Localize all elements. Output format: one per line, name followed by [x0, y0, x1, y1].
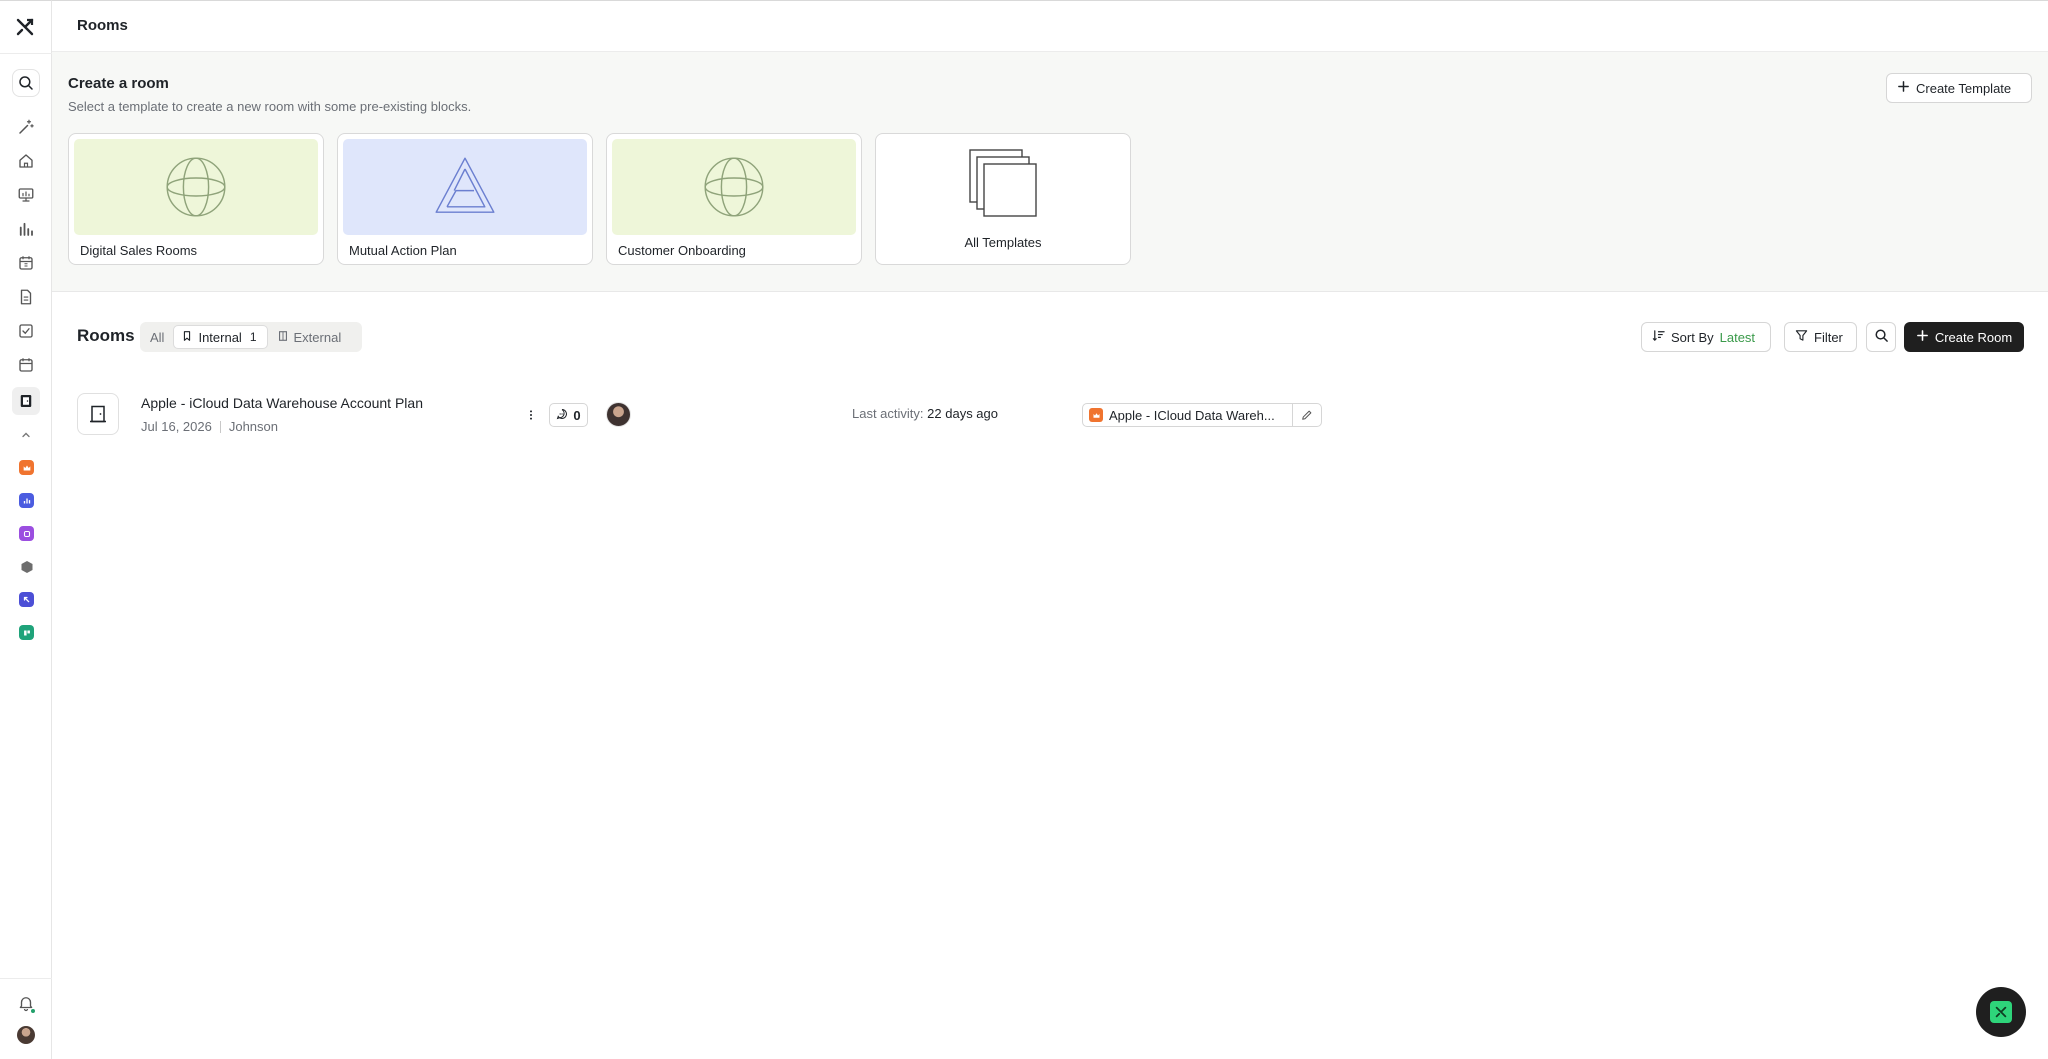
notification-dot [30, 1008, 36, 1014]
plus-icon [1916, 329, 1929, 345]
user-avatar[interactable] [17, 1026, 35, 1044]
app-blue-chart-icon[interactable] [19, 493, 34, 508]
create-room-label: Create Room [1934, 329, 2013, 345]
room-member-avatar[interactable] [606, 402, 631, 427]
page-title: Rooms [77, 17, 128, 34]
template-card-digital-sales-rooms[interactable]: Digital Sales Rooms [68, 133, 324, 265]
filter-button[interactable]: Filter [1784, 322, 1857, 352]
calendar-icon[interactable] [14, 353, 38, 377]
create-template-button[interactable]: Create Template [1886, 73, 2032, 103]
sort-button[interactable]: Sort By Latest [1641, 322, 1771, 352]
account-tag: Apple - ICloud Data Wareh... [1082, 403, 1322, 427]
app-grey-hexagon-icon[interactable] [19, 559, 34, 574]
last-activity-value: 22 days ago [927, 406, 998, 421]
calendar-dollar-icon[interactable] [14, 251, 38, 275]
template-card-mutual-action-plan[interactable]: Mutual Action Plan [337, 133, 593, 265]
room-filter-tabs: All Internal 1 External [140, 322, 362, 352]
presentation-icon[interactable] [14, 183, 38, 207]
impossible-triangle-icon [343, 139, 587, 235]
checkbox-icon[interactable] [14, 319, 38, 343]
tab-all[interactable]: All [143, 325, 171, 349]
room-owner: Johnson [228, 419, 278, 434]
last-activity: Last activity: 22 days ago [852, 406, 998, 421]
app-green-board-icon[interactable] [19, 625, 34, 640]
home-icon[interactable] [14, 149, 38, 173]
template-label: Digital Sales Rooms [80, 243, 198, 258]
rooms-section-title: Rooms [77, 326, 135, 345]
app-logo-icon[interactable] [13, 15, 37, 39]
template-label: Customer Onboarding [618, 243, 746, 258]
tab-internal[interactable]: Internal 1 [173, 325, 268, 349]
magic-wand-icon[interactable] [14, 115, 38, 139]
template-card-customer-onboarding[interactable]: Customer Onboarding [606, 133, 862, 265]
sidebar-divider [0, 53, 52, 54]
template-label: Mutual Action Plan [349, 243, 457, 258]
globe-icon [74, 139, 318, 235]
create-room-button[interactable]: Create Room [1904, 322, 2024, 352]
external-door-icon [277, 330, 289, 345]
rooms-nav-icon[interactable] [12, 387, 40, 415]
chevron-up-icon[interactable] [14, 423, 38, 447]
bar-chart-icon[interactable] [14, 217, 38, 241]
comment-icon [556, 408, 568, 423]
create-room-panel: Create a room Select a template to creat… [52, 52, 2048, 292]
app-purple-square-icon[interactable] [19, 526, 34, 541]
account-tag-link[interactable]: Apple - ICloud Data Wareh... [1083, 404, 1293, 426]
rooms-search-button[interactable] [1866, 322, 1896, 352]
orange-crown-icon [1089, 408, 1103, 422]
bookmark-icon [181, 330, 193, 345]
tab-label: External [293, 329, 342, 345]
room-date: Jul 16, 2026 [141, 419, 212, 434]
search-icon[interactable] [12, 69, 40, 97]
search-icon [1874, 328, 1889, 346]
comments-button[interactable]: 0 [549, 403, 588, 427]
comment-count: 0 [573, 407, 581, 423]
sidebar [0, 0, 52, 1059]
account-tag-label: Apple - ICloud Data Wareh... [1109, 407, 1275, 423]
last-activity-label: Last activity: [852, 406, 924, 421]
meta-divider [219, 420, 221, 433]
template-label: All Templates [964, 235, 1042, 250]
app-orange-crown-icon[interactable] [19, 460, 34, 475]
sort-prefix: Sort By [1671, 329, 1714, 345]
filter-icon [1795, 329, 1808, 345]
tab-label: All [150, 329, 165, 345]
stacked-templates-icon [968, 148, 1038, 223]
room-name[interactable]: Apple - iCloud Data Warehouse Account Pl… [141, 395, 423, 411]
bell-icon[interactable] [14, 991, 38, 1015]
sort-icon [1652, 329, 1665, 345]
plus-icon [1897, 80, 1910, 96]
document-icon[interactable] [14, 285, 38, 309]
create-template-label: Create Template [1916, 80, 2012, 96]
brand-logo-icon [1990, 1001, 2012, 1023]
app-indigo-arrow-icon[interactable] [19, 592, 34, 607]
sidebar-divider [0, 978, 52, 979]
template-card-all-templates[interactable]: All Templates [875, 133, 1131, 265]
filter-label: Filter [1814, 329, 1843, 345]
tab-label: Internal [198, 329, 242, 345]
sort-value: Latest [1719, 329, 1756, 345]
create-room-subtitle: Select a template to create a new room w… [68, 99, 472, 114]
more-options-icon[interactable] [522, 404, 540, 426]
tab-count: 1 [249, 330, 257, 344]
globe-icon [612, 139, 856, 235]
room-meta: Jul 16, 2026 Johnson [141, 419, 278, 434]
pencil-icon[interactable] [1293, 404, 1321, 426]
create-room-title: Create a room [68, 75, 169, 92]
tab-external[interactable]: External [270, 325, 349, 349]
top-bar: Rooms [52, 0, 2048, 52]
room-door-icon [77, 393, 119, 435]
assistant-launcher-button[interactable] [1976, 987, 2026, 1037]
